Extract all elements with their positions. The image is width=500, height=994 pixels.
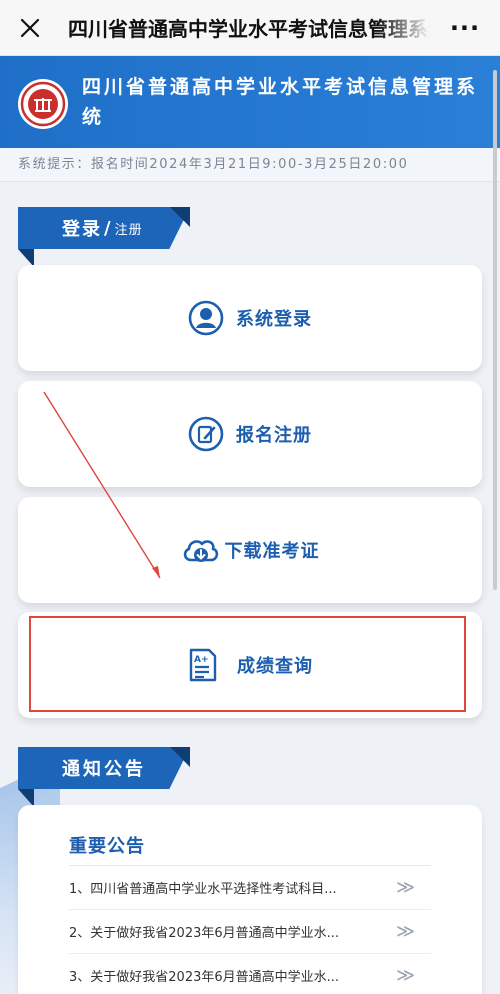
download-label: 下载准考证 (224, 541, 320, 562)
announcement-item-text: 1、四川省普通高中学业水平选择性考试科目... (69, 882, 337, 897)
section-divider: / (104, 217, 113, 239)
register-label: 报名注册 (236, 425, 312, 446)
svg-text:A+: A+ (194, 655, 209, 665)
announcement-item[interactable]: 3、关于做好我省2023年6月普通高中学业水... ≫ (69, 954, 431, 994)
announcement-item[interactable]: 1、四川省普通高中学业水平选择性考试科目... ≫ (69, 866, 431, 910)
announcement-item-text: 2、关于做好我省2023年6月普通高中学业水... (69, 926, 340, 941)
scrollbar[interactable] (493, 70, 497, 590)
announcement-heading: 重要公告 (69, 836, 145, 857)
browser-bar: 四川省普通高中学业水平考试信息管理系统 ··· (0, 0, 500, 56)
logo-icon (18, 79, 68, 129)
section-title-login: 登录 (62, 219, 102, 240)
chevron-right-icon: ≫ (396, 965, 415, 986)
chevron-right-icon: ≫ (396, 877, 415, 898)
download-admission-ticket-button[interactable]: 下载准考证 (18, 497, 482, 603)
announcement-item[interactable]: 2、关于做好我省2023年6月普通高中学业水... ≫ (69, 910, 431, 954)
system-login-label: 系统登录 (236, 309, 312, 330)
chevron-right-icon: ≫ (396, 921, 415, 942)
close-button[interactable] (0, 0, 60, 56)
more-button[interactable]: ··· (430, 0, 500, 56)
score-query-button[interactable]: A+ 成绩查询 (18, 612, 482, 718)
section-subtitle-register: 注册 (114, 222, 143, 238)
system-notice: 系统提示：报名时间2024年3月21日9:00-3月25日20:00 (0, 148, 500, 182)
browser-title: 四川省普通高中学业水平考试信息管理系统 (68, 17, 430, 41)
close-icon (20, 18, 40, 37)
score-query-label: 成绩查询 (237, 656, 313, 677)
cloud-download-icon (183, 540, 218, 562)
section-tag-notices: 通知公告 (18, 747, 190, 789)
section-title-notices: 通知公告 (62, 759, 146, 780)
announcement-panel: 重要公告 1、四川省普通高中学业水平选择性考试科目... ≫ 2、关于做好我省2… (18, 805, 482, 994)
grade-report-icon: A+ (189, 648, 217, 682)
user-icon (188, 300, 224, 336)
page-title: 四川省普通高中学业水平考试信息管理系统 (82, 76, 479, 128)
system-login-button[interactable]: 系统登录 (18, 265, 482, 371)
register-button[interactable]: 报名注册 (18, 381, 482, 487)
edit-icon (188, 416, 224, 452)
site-header: 四川省普通高中学业水平考试信息管理系统 (0, 56, 500, 148)
announcement-item-text: 3、关于做好我省2023年6月普通高中学业水... (69, 970, 340, 985)
section-tag-login: 登录 / 注册 (18, 207, 190, 249)
